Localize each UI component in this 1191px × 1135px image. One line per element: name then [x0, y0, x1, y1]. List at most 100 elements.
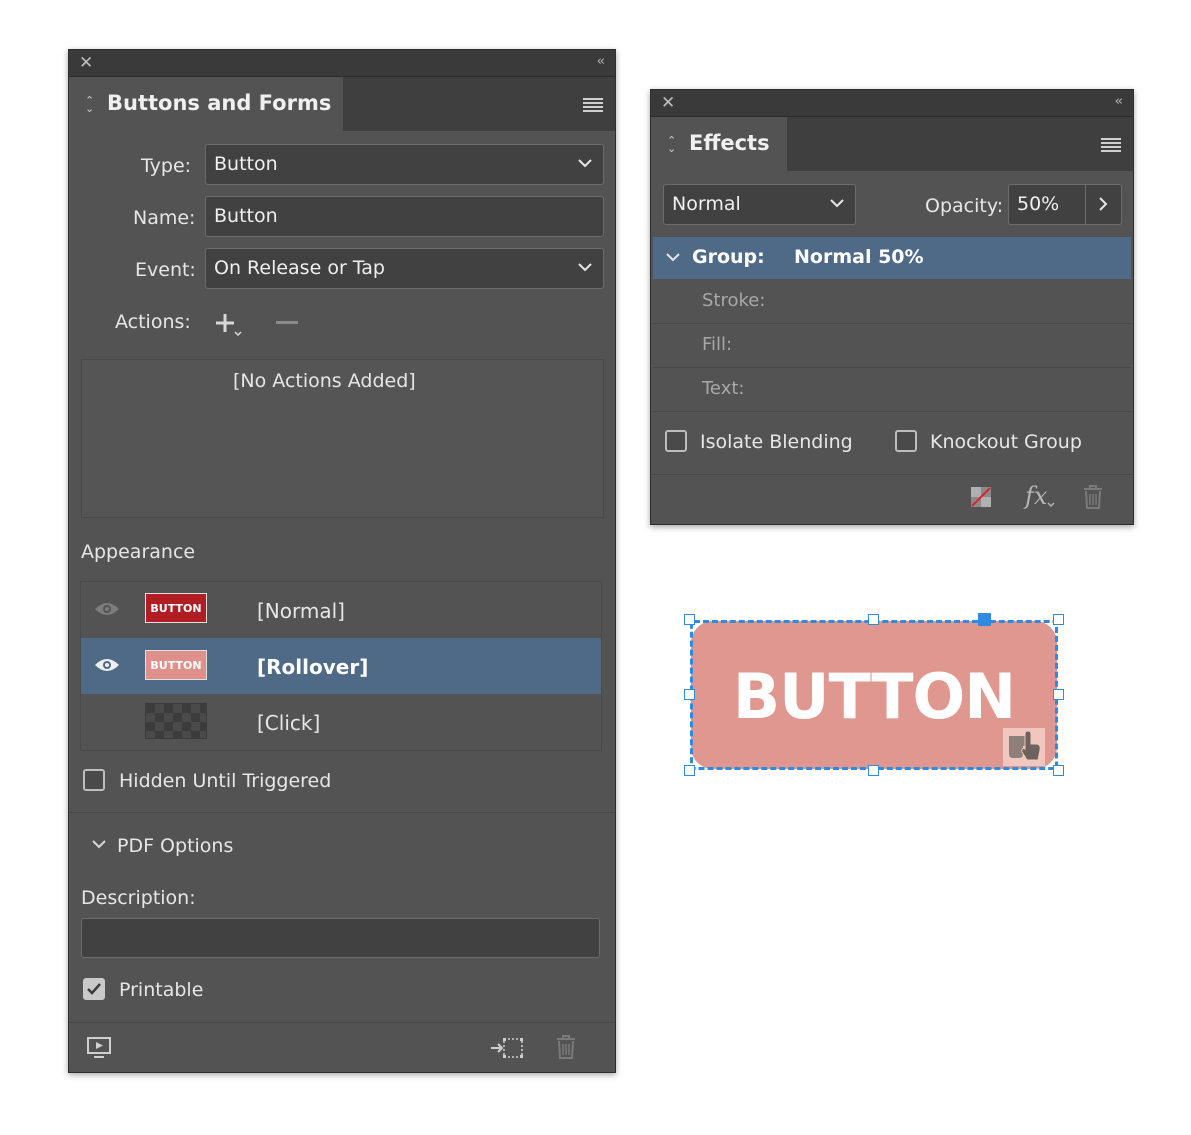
tab-buttons-and-forms[interactable]: ⌃ ⌄ Buttons and Forms — [69, 77, 343, 131]
event-label: Event: — [135, 259, 196, 281]
tab-updown-icon: ⌃ ⌄ — [667, 134, 677, 155]
clear-effects-icon[interactable] — [970, 486, 992, 508]
description-input[interactable] — [81, 918, 600, 958]
tab-bar: ⌃ ⌄ Effects — [651, 117, 1133, 171]
resize-handle[interactable] — [868, 614, 879, 625]
canvas-button[interactable]: BUTTON — [684, 613, 1064, 776]
appearance-list: BUTTON [Normal] BUTTON [Rollover] [Click… — [80, 581, 602, 751]
chevron-right-icon[interactable] — [1096, 196, 1110, 212]
hidden-until-triggered-checkbox[interactable] — [83, 769, 105, 791]
chevron-down-icon[interactable] — [665, 251, 681, 263]
effect-row-text[interactable]: Text: — [653, 368, 1131, 412]
collapse-icon[interactable]: ‹‹ — [1115, 94, 1124, 109]
no-actions-text: [No Actions Added] — [233, 370, 416, 392]
type-value: Button — [214, 153, 278, 175]
thumbnail-text: BUTTON — [150, 658, 202, 672]
opacity-input[interactable]: 50% — [1008, 184, 1122, 225]
effect-row-fill[interactable]: Fill: — [653, 324, 1131, 368]
resize-handle[interactable] — [684, 689, 695, 700]
state-label-click: [Click] — [257, 711, 321, 735]
close-icon[interactable]: ✕ — [79, 53, 93, 73]
effect-row-stroke[interactable]: Stroke: — [653, 279, 1131, 324]
panel-titlebar: ✕ ‹‹ — [69, 50, 615, 77]
type-dropdown[interactable]: Button — [205, 144, 604, 185]
chevron-down-icon — [830, 199, 844, 208]
tab-updown-icon: ⌃ ⌄ — [85, 94, 95, 115]
preview-icon[interactable] — [86, 1036, 112, 1060]
blend-mode-value: Normal — [672, 193, 741, 215]
knockout-group-checkbox[interactable] — [895, 430, 917, 452]
resize-handle[interactable] — [684, 765, 695, 776]
panel-menu-icon[interactable] — [583, 98, 603, 112]
effects-panel: ✕ ‹‹ ⌃ ⌄ Effects Normal Opacity: 50% Grou… — [650, 89, 1134, 525]
opacity-label: Opacity: — [925, 195, 1004, 217]
stroke-label: Stroke: — [702, 290, 766, 311]
opacity-value: 50% — [1017, 193, 1060, 215]
tab-bar: ⌃ ⌄ Buttons and Forms — [69, 77, 615, 131]
divider — [69, 1022, 615, 1023]
group-label: Group: — [692, 246, 765, 268]
state-label-rollover: [Rollover] — [257, 655, 369, 679]
state-row-click[interactable]: [Click] — [81, 694, 601, 750]
state-label-normal: [Normal] — [257, 599, 345, 623]
group-value: Normal 50% — [794, 246, 924, 268]
collapse-icon[interactable]: ‹‹ — [597, 54, 606, 69]
fill-label: Fill: — [702, 334, 733, 355]
actions-list: [No Actions Added] — [81, 359, 604, 518]
fx-icon[interactable]: fx — [1025, 482, 1047, 510]
resize-handle[interactable] — [1053, 765, 1064, 776]
fx-dropdown-icon — [1047, 502, 1055, 508]
pdf-options-label[interactable]: PDF Options — [117, 835, 233, 857]
resize-handle[interactable] — [1053, 689, 1064, 700]
panel-titlebar: ✕ ‹‹ — [651, 90, 1133, 117]
thumbnail-text: BUTTON — [150, 601, 202, 615]
printable-label: Printable — [119, 979, 204, 1001]
actions-label: Actions: — [115, 311, 191, 333]
printable-checkbox[interactable] — [83, 978, 105, 1000]
convert-to-button-icon[interactable] — [490, 1036, 524, 1060]
state-thumbnail-click — [145, 703, 207, 739]
checkmark-icon — [87, 983, 101, 995]
remove-action-icon[interactable] — [276, 321, 298, 324]
chevron-down-icon — [578, 263, 592, 272]
event-value: On Release or Tap — [214, 257, 385, 279]
trash-icon[interactable] — [555, 1034, 577, 1060]
add-action-icon[interactable] — [215, 312, 243, 336]
appearance-label: Appearance — [81, 541, 196, 563]
content-grabber-handle[interactable] — [978, 613, 991, 626]
name-label: Name: — [133, 207, 196, 229]
panel-title: Buttons and Forms — [107, 91, 332, 115]
chevron-down-icon — [578, 159, 592, 168]
tab-effects[interactable]: ⌃ ⌄ Effects — [651, 117, 787, 171]
group-row[interactable]: Group: Normal 50% — [653, 237, 1131, 279]
text-label: Text: — [702, 378, 745, 399]
name-value: Button — [214, 205, 278, 227]
opacity-divider — [1085, 185, 1086, 224]
knockout-group-label: Knockout Group — [930, 431, 1082, 453]
name-input[interactable]: Button — [205, 196, 604, 237]
eye-icon[interactable] — [94, 657, 120, 673]
panel-menu-icon[interactable] — [1101, 138, 1121, 152]
divider — [69, 812, 615, 813]
panel-title: Effects — [689, 131, 770, 155]
state-row-rollover[interactable]: BUTTON [Rollover] — [81, 638, 601, 694]
resize-handle[interactable] — [868, 765, 879, 776]
hidden-until-triggered-label: Hidden Until Triggered — [119, 770, 332, 792]
buttons-and-forms-panel: ✕ ‹‹ ⌃ ⌄ Buttons and Forms Type: Button N… — [68, 49, 616, 1073]
event-dropdown[interactable]: On Release or Tap — [205, 248, 604, 289]
resize-handle[interactable] — [1053, 614, 1064, 625]
close-icon[interactable]: ✕ — [661, 93, 675, 113]
trash-icon[interactable] — [1082, 484, 1104, 510]
type-label: Type: — [141, 155, 192, 177]
divider — [651, 474, 1133, 475]
description-label: Description: — [81, 887, 196, 909]
isolate-blending-label: Isolate Blending — [700, 431, 853, 453]
selection-frame — [690, 620, 1058, 770]
state-row-normal[interactable]: BUTTON [Normal] — [81, 582, 601, 639]
chevron-down-icon[interactable] — [91, 838, 107, 850]
isolate-blending-checkbox[interactable] — [665, 430, 687, 452]
resize-handle[interactable] — [684, 614, 695, 625]
blend-mode-dropdown[interactable]: Normal — [663, 184, 856, 225]
eye-icon[interactable] — [94, 601, 120, 617]
state-thumbnail-rollover: BUTTON — [145, 650, 207, 680]
